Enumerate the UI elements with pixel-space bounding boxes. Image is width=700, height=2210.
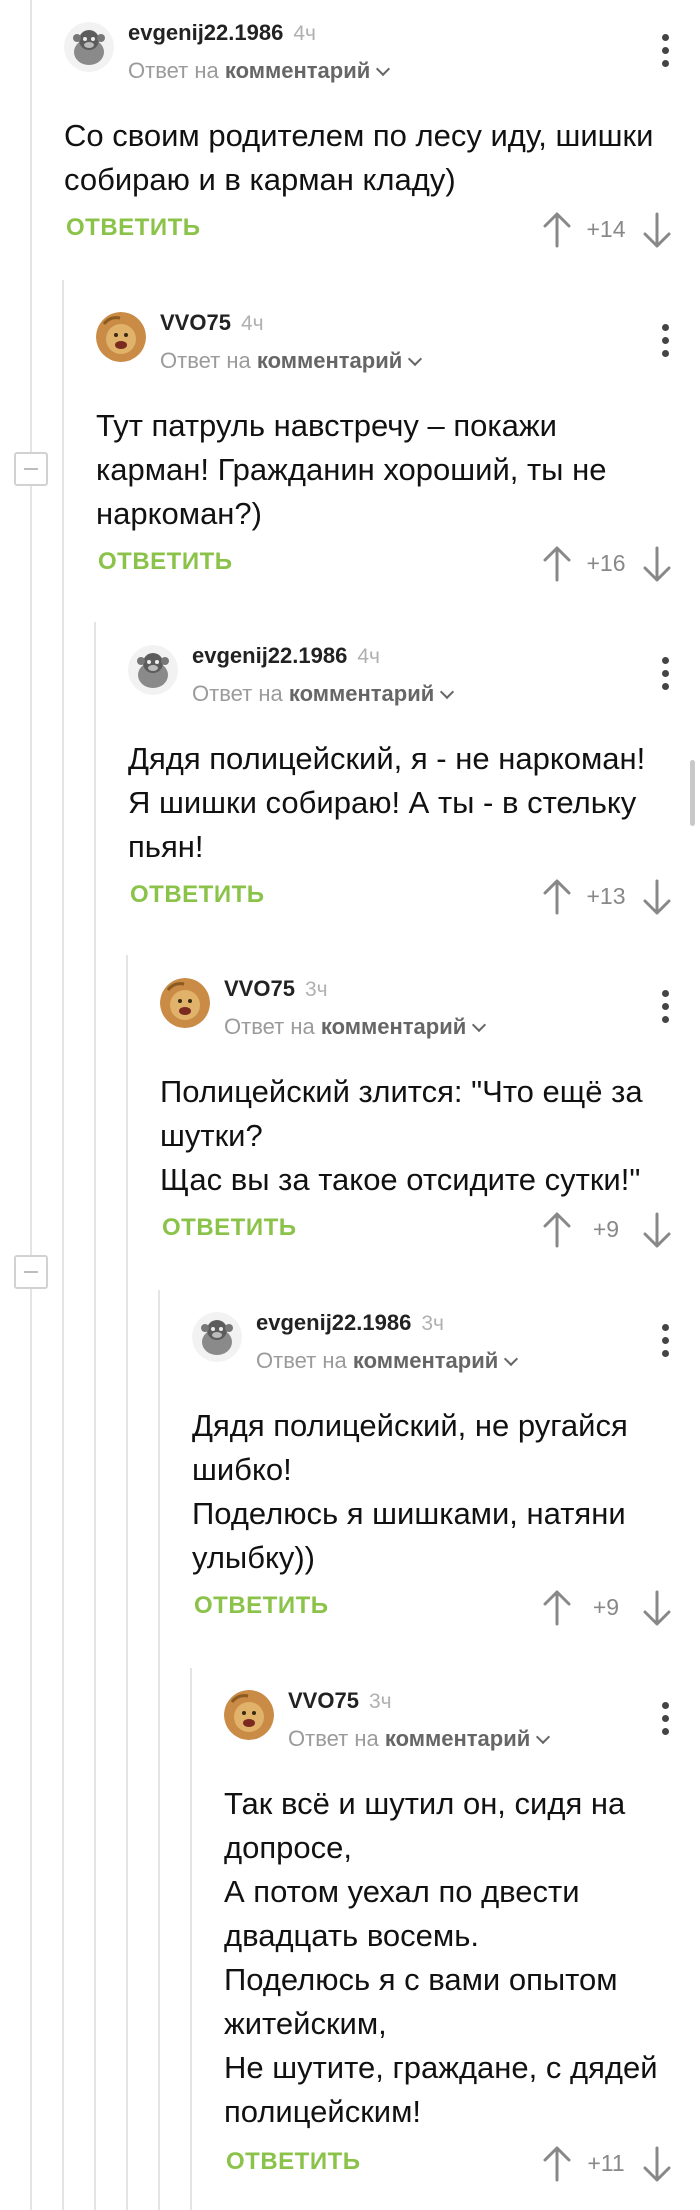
comment-score: +13	[586, 883, 626, 909]
chevron-down-icon	[504, 1351, 519, 1367]
reply-to-link[interactable]: Ответ на комментарий	[128, 58, 391, 84]
reply-to-link[interactable]: Ответ на комментарий	[160, 348, 423, 374]
comment-actions: ОТВЕТИТЬ +9	[192, 1590, 700, 1630]
arrow-up-icon[interactable]	[542, 2146, 572, 2182]
comment: evgenij22.1986 3ч Ответ на комментарий Дя…	[192, 1302, 700, 1632]
comment-actions: ОТВЕТИТЬ +14	[64, 212, 700, 252]
reply-button[interactable]: ОТВЕТИТЬ	[162, 1214, 297, 1242]
reply-button[interactable]: ОТВЕТИТЬ	[66, 214, 201, 242]
reply-button[interactable]: ОТВЕТИТЬ	[226, 2148, 361, 2176]
comment-actions: ОТВЕТИТЬ +11	[224, 2146, 700, 2186]
thread-line	[62, 280, 64, 2210]
reply-button[interactable]: ОТВЕТИТЬ	[194, 1592, 329, 1620]
comment-text: Дядя полицейский, не ругайся шибко! Поде…	[192, 1408, 628, 1575]
comment-time: 3ч	[368, 1690, 392, 1713]
comment: evgenij22.1986 4ч Ответ на комментарий Со…	[64, 12, 700, 262]
reply-button[interactable]: ОТВЕТИТЬ	[130, 881, 265, 909]
monkey-avatar-icon[interactable]	[128, 645, 178, 695]
reply-button[interactable]: ОТВЕТИТЬ	[98, 548, 233, 576]
arrow-down-icon[interactable]	[642, 2146, 672, 2182]
monkey-avatar-icon[interactable]	[192, 1312, 242, 1362]
comment-text: Тут патруль навстречу – покажи карман! Г…	[96, 408, 607, 531]
thread-line	[126, 955, 128, 2210]
comment-actions: ОТВЕТИТЬ +16	[96, 546, 700, 586]
comment-text: Так всё и шутил он, сидя на допросе, А п…	[224, 1786, 658, 2129]
comment-text: Дядя полицейский, я - не наркоман! Я шиш…	[128, 741, 646, 864]
thread-line	[190, 1668, 192, 2210]
comment-score: +9	[592, 1216, 620, 1242]
arrow-up-icon[interactable]	[542, 1212, 572, 1248]
arrow-up-icon[interactable]	[542, 879, 572, 915]
chevron-down-icon	[408, 351, 423, 367]
comment-author[interactable]: VVO75 3ч	[224, 976, 328, 1002]
comment-score: +16	[586, 550, 626, 576]
arrow-down-icon[interactable]	[642, 546, 672, 582]
reply-to-link[interactable]: Ответ на комментарий	[224, 1014, 487, 1040]
comment-score: +9	[592, 1594, 620, 1620]
comment: evgenij22.1986 4ч Ответ на комментарий Дя…	[128, 635, 700, 925]
comment-time: 4ч	[240, 312, 264, 335]
comment-author[interactable]: evgenij22.1986 4ч	[192, 643, 380, 669]
lion-avatar-icon[interactable]	[224, 1690, 274, 1740]
thread-line	[94, 622, 96, 2210]
more-options-icon[interactable]	[662, 324, 670, 363]
scrollbar[interactable]	[690, 760, 695, 826]
arrow-up-icon[interactable]	[542, 546, 572, 582]
chevron-down-icon	[472, 1017, 487, 1033]
arrow-up-icon[interactable]	[542, 212, 572, 248]
comment-actions: ОТВЕТИТЬ +13	[128, 879, 700, 919]
comment-author[interactable]: evgenij22.1986 3ч	[256, 1310, 444, 1336]
comment-score: +11	[587, 2150, 625, 2176]
comment-actions: ОТВЕТИТЬ +9	[160, 1212, 700, 1252]
reply-to-link[interactable]: Ответ на комментарий	[256, 1348, 519, 1374]
collapse-thread-button[interactable]	[14, 1255, 48, 1289]
comment-author[interactable]: evgenij22.1986 4ч	[128, 20, 316, 46]
more-options-icon[interactable]	[662, 990, 670, 1029]
comment-author[interactable]: VVO75 4ч	[160, 310, 264, 336]
arrow-down-icon[interactable]	[642, 879, 672, 915]
monkey-avatar-icon[interactable]	[64, 22, 114, 72]
comment: VVO75 3ч Ответ на комментарий Так всё и ш…	[224, 1680, 700, 2200]
more-options-icon[interactable]	[662, 1324, 670, 1363]
reply-to-link[interactable]: Ответ на комментарий	[192, 681, 455, 707]
lion-avatar-icon[interactable]	[96, 312, 146, 362]
thread-line	[158, 1290, 160, 2210]
chevron-down-icon	[536, 1729, 551, 1745]
comment-time: 4ч	[357, 645, 380, 668]
comment: VVO75 4ч Ответ на комментарий Тут патруль…	[96, 302, 700, 592]
arrow-down-icon[interactable]	[642, 212, 672, 248]
comment-time: 3ч	[421, 1312, 444, 1335]
more-options-icon[interactable]	[662, 1702, 670, 1741]
collapse-thread-button[interactable]	[14, 452, 48, 486]
chevron-down-icon	[376, 61, 391, 77]
more-options-icon[interactable]	[662, 34, 670, 73]
lion-avatar-icon[interactable]	[160, 978, 210, 1028]
reply-to-link[interactable]: Ответ на комментарий	[288, 1726, 551, 1752]
chevron-down-icon	[440, 684, 455, 700]
comment-text: Полицейский злится: "Что ещё за шутки? Щ…	[160, 1074, 643, 1197]
comment-author[interactable]: VVO75 3ч	[288, 1688, 392, 1714]
comment-score: +14	[586, 216, 626, 242]
arrow-down-icon[interactable]	[642, 1590, 672, 1626]
thread-line	[30, 0, 32, 2210]
comment-time: 4ч	[293, 22, 316, 45]
more-options-icon[interactable]	[662, 657, 670, 696]
comment-time: 3ч	[304, 978, 328, 1001]
arrow-down-icon[interactable]	[642, 1212, 672, 1248]
comment-text: Со своим родителем по лесу иду, шишки со…	[64, 118, 654, 197]
comment: VVO75 3ч Ответ на комментарий Полицейский…	[160, 968, 700, 1258]
arrow-up-icon[interactable]	[542, 1590, 572, 1626]
